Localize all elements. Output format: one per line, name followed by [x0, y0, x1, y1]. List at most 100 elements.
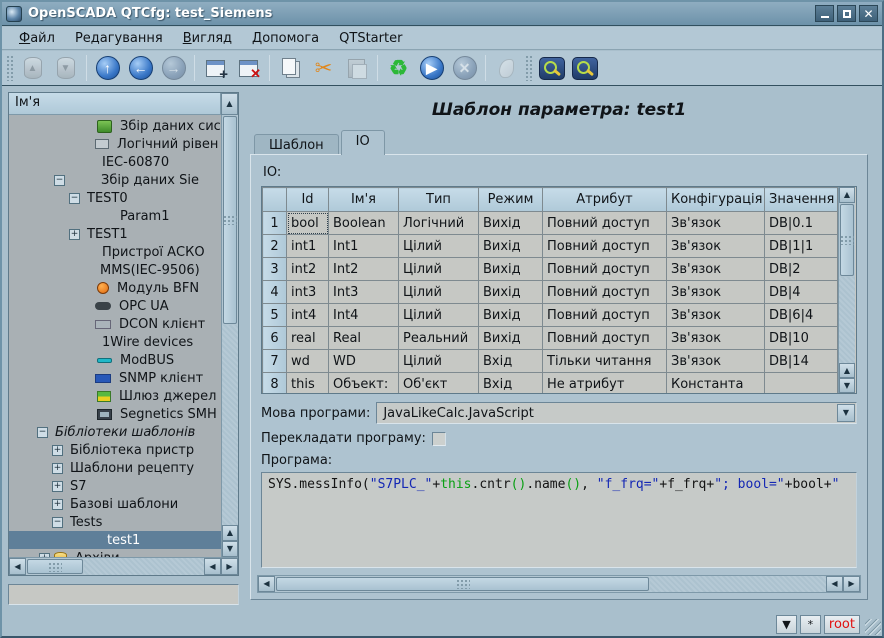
table-cell[interactable]: Зв'язок: [667, 304, 765, 327]
table-cell[interactable]: wd: [287, 350, 329, 373]
table-cell[interactable]: Вхід: [479, 373, 543, 395]
table-cell[interactable]: Real: [329, 327, 399, 350]
table-cell[interactable]: Зв'язок: [667, 350, 765, 373]
table-cell[interactable]: DB|1|1: [765, 235, 838, 258]
tree-hscroll-track[interactable]: [84, 558, 204, 575]
table-cell[interactable]: Цілий: [399, 281, 479, 304]
table-cell[interactable]: Повний доступ: [543, 212, 667, 235]
tree-item[interactable]: test1: [9, 531, 221, 549]
table-cell[interactable]: Вихід: [479, 304, 543, 327]
table-cell[interactable]: DB|2: [765, 258, 838, 281]
table-cell[interactable]: Вихід: [479, 235, 543, 258]
expand-plus-icon[interactable]: +: [69, 229, 80, 240]
page-scroll-left-button[interactable]: ◀: [258, 576, 275, 592]
find-config-button[interactable]: [568, 53, 601, 83]
tree-item[interactable]: DCON клієнт: [9, 315, 221, 333]
table-cell[interactable]: Не атрибут: [543, 373, 667, 395]
table-cell[interactable]: Цілий: [399, 350, 479, 373]
tree-item[interactable]: SNMP клієнт: [9, 369, 221, 387]
table-scroll-down-button[interactable]: ▼: [839, 378, 855, 393]
table-header-Значення[interactable]: Значення: [765, 188, 838, 212]
table-cell[interactable]: Зв'язок: [667, 327, 765, 350]
table-scroll-track[interactable]: [839, 277, 855, 363]
toolbar-handle[interactable]: [525, 55, 533, 81]
collapse-minus-icon[interactable]: −: [37, 427, 48, 438]
tree-scroll-track[interactable]: [222, 325, 238, 525]
table-scroll-up2-button[interactable]: ▲: [839, 363, 855, 378]
table-header-Атрибут[interactable]: Атрибут: [543, 188, 667, 212]
copy-button[interactable]: [274, 53, 307, 83]
tree-filter-input[interactable]: [8, 584, 239, 605]
tree-item[interactable]: Шлюз джерел: [9, 387, 221, 405]
tree-item[interactable]: Segnetics SMH: [9, 405, 221, 423]
minimize-button[interactable]: [815, 5, 834, 22]
table-scroll-up-button[interactable]: ▲: [839, 187, 855, 203]
tree-scroll-down-button[interactable]: ▼: [222, 541, 238, 557]
expand-plus-icon[interactable]: +: [52, 445, 63, 456]
menu-item-4[interactable]: Допомога: [243, 29, 328, 48]
collapse-minus-icon[interactable]: −: [69, 193, 80, 204]
table-cell[interactable]: 1: [263, 212, 287, 235]
tree-item[interactable]: +Шаблони рецепту: [9, 459, 221, 477]
page-scroll-right-button[interactable]: ▶: [843, 576, 860, 592]
add-item-button[interactable]: [199, 53, 232, 83]
table-cell[interactable]: Об'єкт: [399, 373, 479, 395]
table-cell[interactable]: this: [287, 373, 329, 395]
page-horizontal-scrollbar[interactable]: ◀ ◀ ▶: [257, 575, 861, 593]
table-cell[interactable]: real: [287, 327, 329, 350]
page-hscroll-track[interactable]: [650, 576, 826, 592]
expand-plus-icon[interactable]: +: [39, 553, 50, 558]
tree-item[interactable]: Збір даних сис: [9, 117, 221, 135]
maximize-button[interactable]: [837, 5, 856, 22]
table-cell[interactable]: DB|14: [765, 350, 838, 373]
table-cell[interactable]: int2: [287, 258, 329, 281]
tree-item[interactable]: +TEST1: [9, 225, 221, 243]
table-cell[interactable]: int4: [287, 304, 329, 327]
status-star-button[interactable]: *: [800, 615, 821, 634]
table-cell[interactable]: Повний доступ: [543, 258, 667, 281]
table-cell[interactable]: Повний доступ: [543, 281, 667, 304]
table-cell[interactable]: DB|10: [765, 327, 838, 350]
table-cell[interactable]: int1: [287, 235, 329, 258]
language-combobox[interactable]: JavaLikeCalc.JavaScript ▼: [376, 402, 857, 424]
collapse-minus-icon[interactable]: −: [52, 517, 63, 528]
menu-item-5[interactable]: QTStarter: [330, 29, 411, 48]
titlebar[interactable]: OpenSCADA QTCfg: test_Siemens ✕: [2, 2, 882, 26]
tree-item[interactable]: ModBUS: [9, 351, 221, 369]
table-cell[interactable]: Int4: [329, 304, 399, 327]
table-cell[interactable]: Вхід: [479, 350, 543, 373]
menu-item-1[interactable]: Файл: [10, 29, 64, 48]
collapse-minus-icon[interactable]: −: [54, 175, 65, 186]
table-cell[interactable]: Boolean: [329, 212, 399, 235]
table-cell[interactable]: Зв'язок: [667, 235, 765, 258]
table-cell[interactable]: 2: [263, 235, 287, 258]
table-cell[interactable]: Вихід: [479, 258, 543, 281]
table-cell[interactable]: Тільки читання: [543, 350, 667, 373]
table-cell[interactable]: Цілий: [399, 258, 479, 281]
tab-IO[interactable]: IO: [341, 130, 385, 155]
expand-plus-icon[interactable]: +: [52, 481, 63, 492]
up-button[interactable]: ↑: [91, 53, 124, 83]
tree-item[interactable]: −Бібліотеки шаблонів: [9, 423, 221, 441]
table-cell[interactable]: Объект:: [329, 373, 399, 395]
tree-scroll-thumb[interactable]: [223, 116, 237, 324]
tree-scroll-left-button[interactable]: ◀: [9, 558, 26, 575]
tab-Шаблон[interactable]: Шаблон: [254, 134, 339, 155]
menu-item-3[interactable]: Вигляд: [174, 29, 241, 48]
table-cell[interactable]: 7: [263, 350, 287, 373]
tree-hscroll-thumb[interactable]: [27, 559, 83, 574]
translate-checkbox[interactable]: [432, 432, 446, 446]
tree-item[interactable]: +Архіви: [9, 549, 221, 557]
back-button[interactable]: ←: [124, 53, 157, 83]
tree-item[interactable]: IEC-60870: [9, 153, 221, 171]
table-cell[interactable]: Повний доступ: [543, 304, 667, 327]
table-scroll-thumb[interactable]: [840, 204, 854, 276]
table-cell[interactable]: WD: [329, 350, 399, 373]
tree-item[interactable]: MMS(IEC-9506): [9, 261, 221, 279]
expand-plus-icon[interactable]: +: [52, 463, 63, 474]
combo-dropdown-icon[interactable]: ▼: [837, 404, 855, 422]
tree-horizontal-scrollbar[interactable]: ◀ ◀ ▶: [9, 557, 238, 575]
table-header-Тип[interactable]: Тип: [399, 188, 479, 212]
page-hscroll-thumb[interactable]: [276, 577, 649, 591]
table-cell[interactable]: Цілий: [399, 304, 479, 327]
